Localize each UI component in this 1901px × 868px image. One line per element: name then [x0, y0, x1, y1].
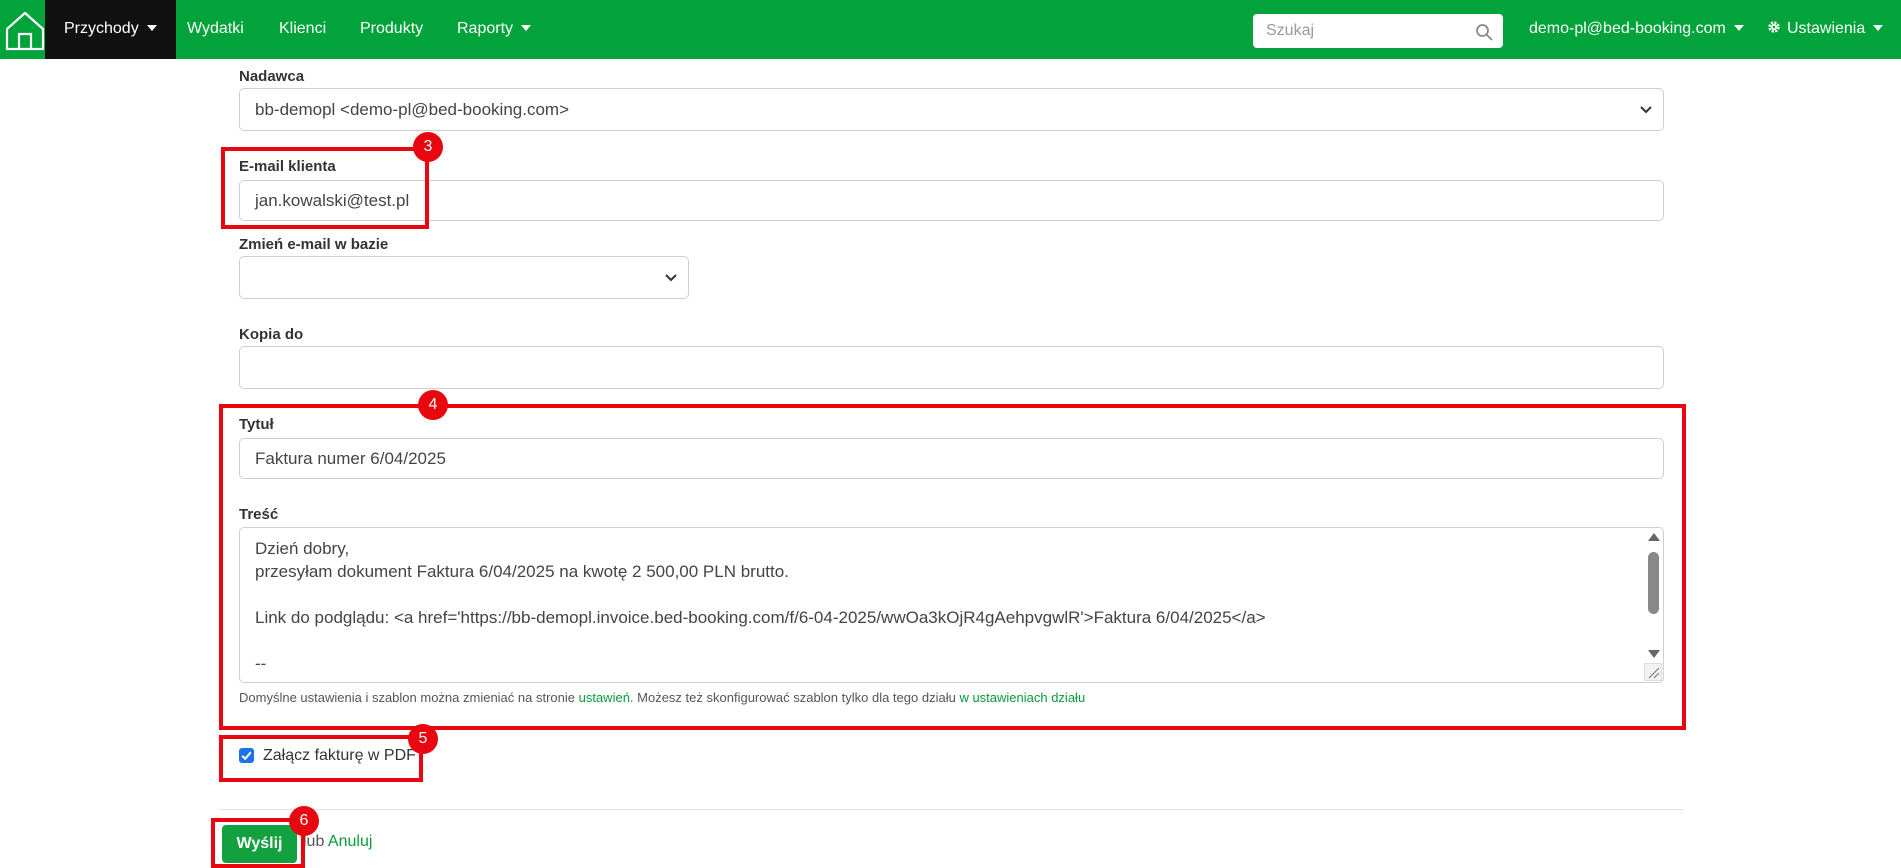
- nav-klienci[interactable]: Klienci: [260, 0, 345, 59]
- change-email-label: Zmień e-mail w bazie: [239, 236, 389, 253]
- nav-wydatki[interactable]: Wydatki: [168, 0, 263, 59]
- gear-icon: [1768, 21, 1780, 33]
- client-email-field[interactable]: jan.kowalski@test.pl: [239, 180, 1664, 221]
- nav-przychody[interactable]: Przychody: [45, 0, 176, 59]
- nav-klienci-label: Klienci: [279, 20, 327, 37]
- change-email-select[interactable]: [239, 256, 689, 299]
- nav-produkty-label: Produkty: [360, 20, 424, 37]
- caret-down-icon: [1733, 25, 1744, 31]
- user-email-label: demo-pl@bed-booking.com: [1529, 20, 1726, 37]
- annotation-badge-3: 3: [413, 132, 443, 162]
- caret-down-icon: [1873, 25, 1884, 31]
- caret-down-icon: [521, 25, 532, 31]
- sender-select-value: bb-demopl <demo-pl@bed-booking.com>: [255, 100, 569, 119]
- cancel-link[interactable]: Anuluj: [328, 833, 372, 850]
- nav-raporty[interactable]: Raporty: [438, 0, 550, 59]
- annotation-box-3: [221, 147, 429, 229]
- search-icon[interactable]: [1475, 23, 1493, 41]
- nav-przychody-label: Przychody: [64, 20, 139, 37]
- nav-produkty[interactable]: Produkty: [341, 0, 442, 59]
- sender-label: Nadawca: [239, 68, 305, 85]
- cc-label: Kopia do: [239, 326, 304, 343]
- caret-down-icon: [146, 25, 157, 31]
- search-input[interactable]: [1253, 14, 1463, 48]
- user-menu[interactable]: demo-pl@bed-booking.com: [1510, 0, 1763, 59]
- annotation-box-5: [219, 735, 423, 782]
- settings-label: Ustawienia: [1787, 20, 1866, 37]
- sender-select[interactable]: bb-demopl <demo-pl@bed-booking.com>: [239, 88, 1664, 131]
- cancel-area: lub Anuluj: [303, 833, 372, 851]
- chevron-down-icon: [1640, 106, 1652, 114]
- settings-menu[interactable]: Ustawienia: [1748, 0, 1901, 59]
- search-box: [1253, 14, 1503, 48]
- annotation-badge-6: 6: [289, 806, 319, 836]
- annotation-badge-4: 4: [418, 390, 448, 420]
- nav-raporty-label: Raporty: [457, 20, 514, 37]
- nav-wydatki-label: Wydatki: [187, 20, 244, 37]
- cc-field[interactable]: [239, 346, 1664, 389]
- annotation-box-4: [219, 404, 1686, 730]
- chevron-down-icon: [665, 274, 677, 282]
- home-button[interactable]: [0, 0, 45, 59]
- top-navbar: Przychody Wydatki Klienci Produkty Rapor…: [0, 0, 1901, 59]
- form-divider: [219, 809, 1684, 810]
- home-icon: [5, 11, 45, 51]
- annotation-badge-5: 5: [408, 724, 438, 754]
